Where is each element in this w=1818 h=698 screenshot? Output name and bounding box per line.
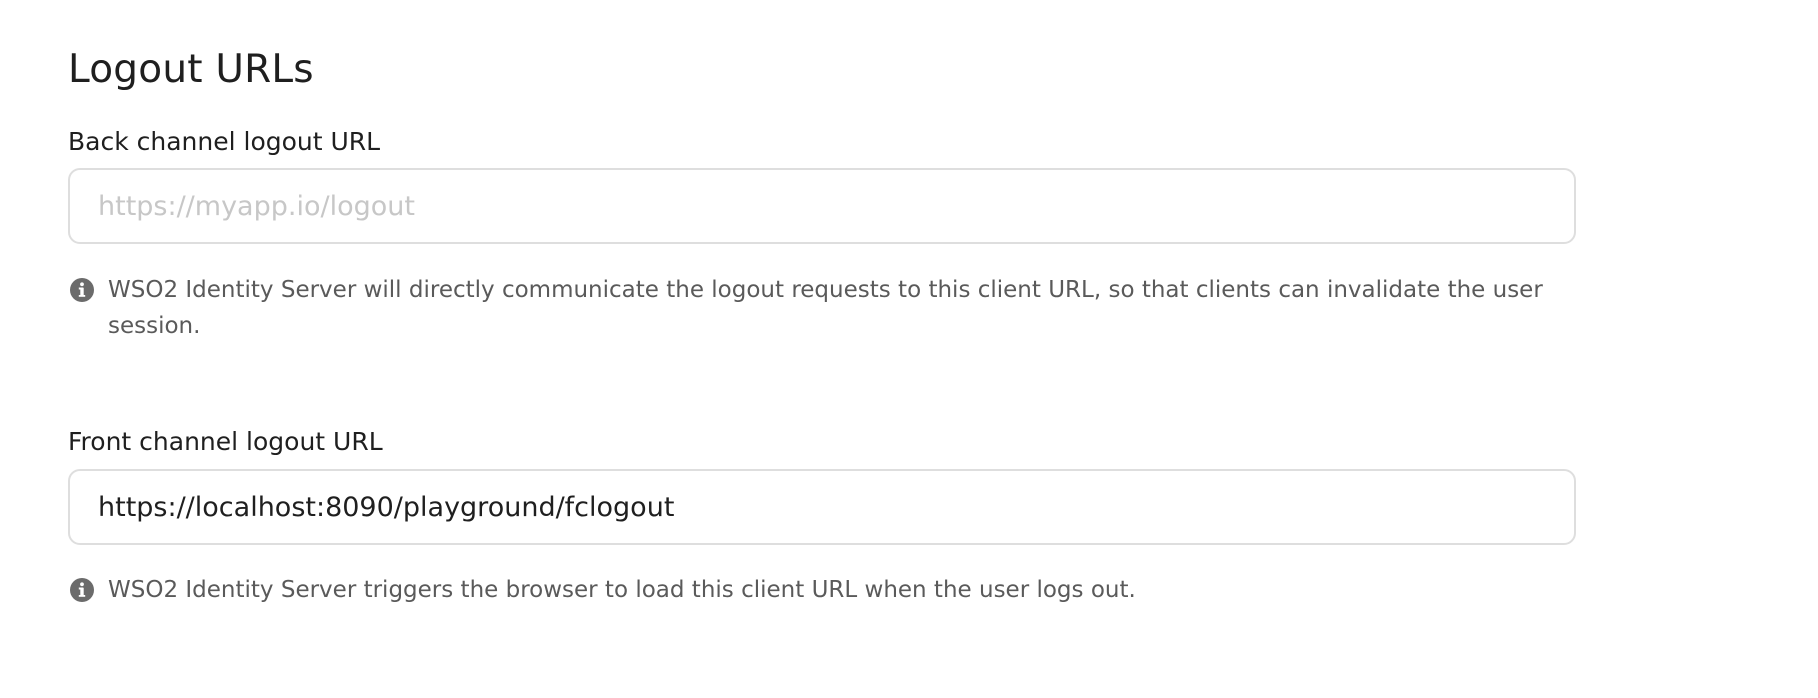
info-icon — [68, 276, 96, 304]
back-channel-hint-text: WSO2 Identity Server will directly commu… — [108, 277, 1543, 339]
back-channel-label: Back channel logout URL — [68, 127, 381, 156]
back-channel-hint: WSO2 Identity Server will directly commu… — [68, 272, 1588, 344]
back-channel-logout-url-input[interactable] — [68, 168, 1576, 244]
front-channel-hint-text: WSO2 Identity Server triggers the browse… — [108, 577, 1136, 603]
section-title: Logout URLs — [68, 47, 314, 92]
front-channel-hint: WSO2 Identity Server triggers the browse… — [68, 572, 1588, 608]
front-channel-label: Front channel logout URL — [68, 427, 383, 456]
info-icon — [68, 576, 96, 604]
front-channel-logout-url-input[interactable] — [68, 469, 1576, 545]
logout-urls-section: Logout URLs Back channel logout URL WSO2… — [0, 0, 1818, 698]
